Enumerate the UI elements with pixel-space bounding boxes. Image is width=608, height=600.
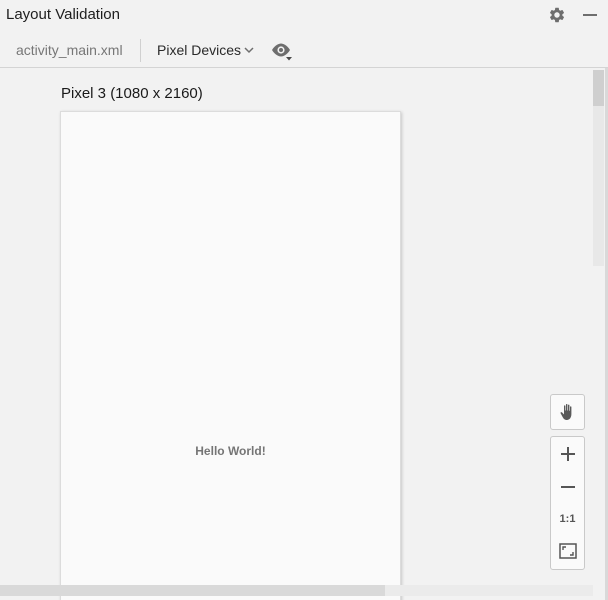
- panel-title: Layout Validation: [6, 6, 120, 23]
- vertical-scrollbar-thumb[interactable]: [593, 70, 604, 106]
- visibility-options-button[interactable]: [271, 42, 293, 62]
- plus-icon: [560, 447, 575, 461]
- device-label: Pixel 3 (1080 x 2160): [61, 85, 203, 102]
- pan-button[interactable]: [550, 394, 585, 430]
- minus-icon: [560, 486, 575, 488]
- fit-screen-icon: [558, 543, 577, 559]
- settings-button[interactable]: [547, 5, 567, 25]
- device-selector-dropdown[interactable]: Pixel Devices: [157, 42, 255, 58]
- actual-size-label: 1:1: [559, 513, 576, 525]
- zoom-in-button[interactable]: [551, 439, 584, 469]
- minimize-icon: [583, 14, 597, 16]
- actual-size-button[interactable]: 1:1: [551, 504, 584, 534]
- zoom-controls: 1:1: [550, 436, 585, 570]
- zoom-out-button[interactable]: [551, 472, 584, 502]
- horizontal-scrollbar-thumb[interactable]: [0, 585, 385, 596]
- fit-screen-button[interactable]: [551, 536, 584, 566]
- chevron-down-icon: [244, 47, 254, 54]
- vertical-scrollbar-track[interactable]: [593, 106, 604, 266]
- gear-icon: [549, 7, 565, 23]
- device-preview[interactable]: Hello World!: [60, 111, 401, 600]
- title-bar: Layout Validation: [0, 0, 608, 32]
- horizontal-scrollbar-track[interactable]: [385, 585, 593, 596]
- design-canvas[interactable]: Pixel 3 (1080 x 2160) Hello World! 1:1: [0, 68, 608, 600]
- hello-world-text[interactable]: Hello World!: [61, 444, 400, 458]
- device-selector-label: Pixel Devices: [157, 42, 242, 58]
- minimize-button[interactable]: [580, 5, 600, 25]
- toolbar: activity_main.xml Pixel Devices: [0, 34, 608, 68]
- hand-icon: [560, 404, 571, 420]
- eye-icon: [272, 43, 292, 61]
- toolbar-divider: [140, 39, 141, 62]
- layout-validation-panel: Layout Validation activity_main.xml Pixe…: [0, 0, 608, 600]
- file-name-label: activity_main.xml: [16, 42, 123, 58]
